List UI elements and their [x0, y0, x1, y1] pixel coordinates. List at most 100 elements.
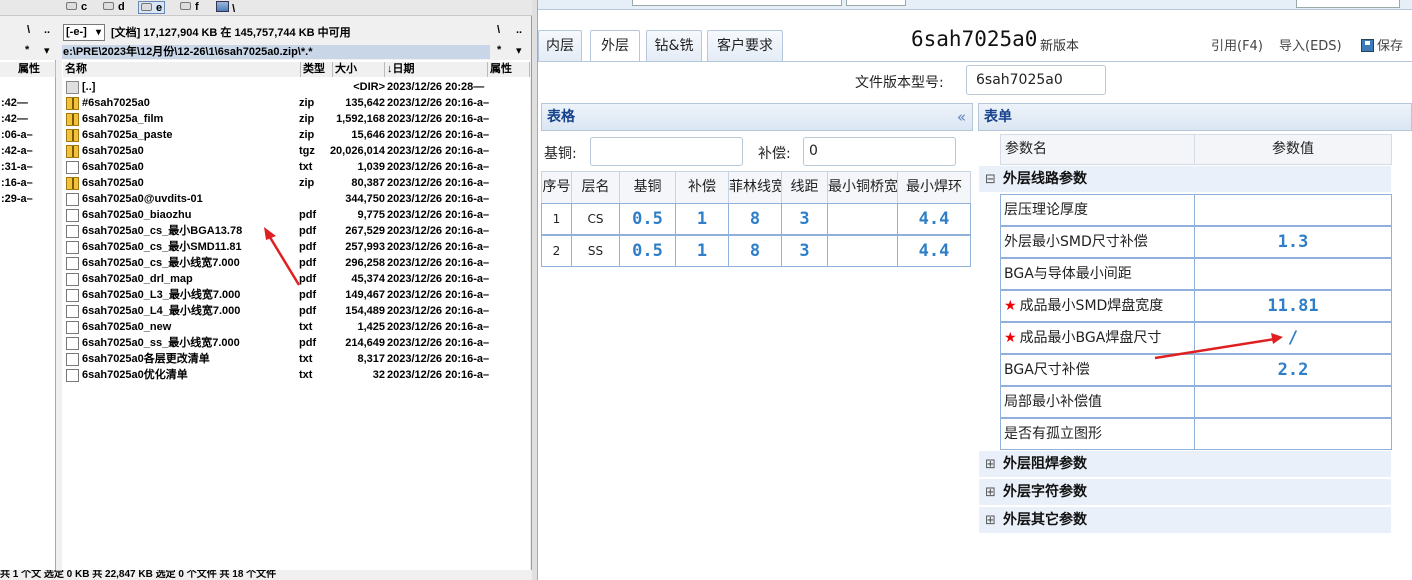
param-value-cell[interactable]: / — [1194, 322, 1392, 354]
file-row[interactable]: 6sah7025a0各层更改清单 txt 8,317 2023/12/26 20:16… — [63, 351, 529, 367]
file-row[interactable]: 6sah7025a0 zip 80,387 2023/12/26 20:16-a– — [63, 175, 529, 191]
right-filter-star[interactable]: * — [497, 44, 501, 56]
col-size[interactable]: 大小 — [333, 62, 385, 77]
collapse-group-icon[interactable]: ⊟ — [985, 166, 996, 193]
grid-col-header[interactable]: 最小铜桥宽 — [827, 171, 898, 204]
param-value-cell[interactable]: 1.3 — [1194, 226, 1392, 258]
top-field-2[interactable] — [846, 0, 906, 6]
left-list-item[interactable]: :42-a– — [0, 143, 56, 159]
file-row[interactable]: 6sah7025a0_L3_最小线宽7.000 pdf 149,467 2023/12… — [63, 287, 529, 303]
grid-cell[interactable]: 4.4 — [897, 235, 971, 267]
grid-col-header[interactable]: 菲林线宽 — [728, 171, 782, 204]
file-row[interactable]: 6sah7025a0 tgz 20,026,014 2023/12/26 20:16-… — [63, 143, 529, 159]
grid-col-header[interactable]: 序号 — [541, 171, 572, 204]
left-up-button[interactable]: .. — [44, 24, 50, 36]
network-drive-button[interactable]: \ — [216, 1, 235, 15]
file-row[interactable]: 6sah7025a0_drl_map pdf 45,374 2023/12/26 20… — [63, 271, 529, 287]
group-outer-circuit[interactable]: ⊟ 外层线路参数 — [979, 166, 1391, 193]
param-value-cell[interactable] — [1194, 258, 1392, 290]
left-list-item[interactable]: :06-a– — [0, 127, 56, 143]
import-eds-button[interactable]: 导入(EDS) — [1279, 35, 1342, 54]
file-row[interactable]: 6sah7025a0_cs_最小BGA13.78 pdf 267,529 2023/1… — [63, 223, 529, 239]
left-list-item[interactable]: :16-a– — [0, 175, 56, 191]
grid-cell[interactable]: 2 — [541, 235, 572, 267]
left-list-item[interactable]: :42— — [0, 95, 56, 111]
save-button[interactable]: 保存 — [1361, 35, 1403, 54]
grid-col-header[interactable]: 层名 — [571, 171, 620, 204]
file-row[interactable]: 6sah7025a_paste zip 15,646 2023/12/26 20:16… — [63, 127, 529, 143]
left-list-item[interactable]: :42— — [0, 111, 56, 127]
file-row[interactable]: 6sah7025a0_cs_最小线宽7.000 pdf 296,258 2023/12… — [63, 255, 529, 271]
version-input[interactable]: 6sah7025a0 — [966, 65, 1106, 95]
param-value-header[interactable]: 参数值 — [1194, 134, 1392, 165]
left-filter-star[interactable]: * — [25, 44, 29, 56]
param-value-cell[interactable]: 11.81 — [1194, 290, 1392, 322]
drive-e-button[interactable]: e — [138, 1, 166, 14]
grid-cell[interactable]: 1 — [675, 235, 729, 267]
expand-group-icon[interactable]: ⊞ — [985, 507, 996, 534]
drive-d-button[interactable]: d — [103, 1, 125, 14]
file-row[interactable]: 6sah7025a0优化清单 txt 32 2023/12/26 20:16-a– — [63, 367, 529, 383]
right-up-button[interactable]: .. — [516, 24, 522, 36]
grid-col-header[interactable]: 最小焊环 — [897, 171, 971, 204]
tab-inner-layer[interactable]: 内层 — [538, 30, 582, 61]
file-row[interactable]: 6sah7025a0_biaozhu pdf 9,775 2023/12/26 20:… — [63, 207, 529, 223]
col-date[interactable]: ↓日期 — [385, 62, 488, 77]
group-outer-other[interactable]: ⊞ 外层其它参数 — [979, 507, 1391, 534]
grid-col-header[interactable]: 补偿 — [675, 171, 729, 204]
grid-cell[interactable]: 0.5 — [619, 203, 676, 235]
col-attr[interactable]: 属性 — [488, 62, 530, 77]
param-value-cell[interactable] — [1194, 386, 1392, 418]
file-row[interactable]: 6sah7025a0_new txt 1,425 2023/12/26 20:16-a… — [63, 319, 529, 335]
right-history-button[interactable]: ▾ — [516, 44, 522, 57]
file-row[interactable]: 6sah7025a0_L4_最小线宽7.000 pdf 154,489 2023/12… — [63, 303, 529, 319]
file-row[interactable]: 6sah7025a0_cs_最小SMD11.81 pdf 257,993 2023/1… — [63, 239, 529, 255]
tab-outer-layer[interactable]: 外层 — [590, 30, 640, 62]
left-history-button[interactable]: ▾ — [44, 44, 50, 57]
grid-cell[interactable]: SS — [571, 235, 620, 267]
file-row[interactable]: #6sah7025a0 zip 135,642 2023/12/26 20:16-a– — [63, 95, 529, 111]
current-path[interactable]: e:\PRE\2023年\12月份\12-26\1\6sah7025a0.zip… — [62, 45, 490, 59]
param-value-cell[interactable] — [1194, 194, 1392, 226]
param-value-cell[interactable] — [1194, 418, 1392, 450]
drive-f-button[interactable]: f — [180, 1, 199, 14]
grid-cell[interactable]: 3 — [781, 235, 828, 267]
param-name-header[interactable]: 参数名 — [1000, 134, 1195, 165]
grid-cell[interactable]: 8 — [728, 235, 782, 267]
top-field-1[interactable] — [632, 0, 842, 6]
tab-drill[interactable]: 钻&铣 — [646, 30, 702, 61]
file-row[interactable]: 6sah7025a_film zip 1,592,168 2023/12/26 20:… — [63, 111, 529, 127]
group-outer-soldermask[interactable]: ⊞ 外层阻焊参数 — [979, 451, 1391, 478]
expand-group-icon[interactable]: ⊞ — [985, 479, 996, 506]
file-row[interactable]: 6sah7025a0_ss_最小线宽7.000 pdf 214,649 2023/12… — [63, 335, 529, 351]
grid-cell[interactable]: CS — [571, 203, 620, 235]
expand-group-icon[interactable]: ⊞ — [985, 451, 996, 478]
import-ref-button[interactable]: 引用(F4) — [1211, 35, 1263, 54]
grid-cell[interactable]: 3 — [781, 203, 828, 235]
drive-c-button[interactable]: c — [66, 1, 87, 14]
param-value-cell[interactable]: 2.2 — [1194, 354, 1392, 386]
left-list-item[interactable]: :31-a– — [0, 159, 56, 175]
grid-cell[interactable]: 1 — [675, 203, 729, 235]
left-list-item[interactable]: :29-a– — [0, 191, 56, 207]
file-row[interactable]: 6sah7025a0 txt 1,039 2023/12/26 20:16-a– — [63, 159, 529, 175]
left-root-button[interactable]: \ — [27, 24, 30, 36]
grid-col-header[interactable]: 线距 — [781, 171, 828, 204]
top-button[interactable] — [1296, 0, 1400, 8]
left-col-attr[interactable]: 属性 — [0, 62, 56, 77]
group-outer-legend[interactable]: ⊞ 外层字符参数 — [979, 479, 1391, 506]
grid-cell[interactable] — [827, 203, 898, 235]
tab-customer-req[interactable]: 客户要求 — [707, 30, 783, 61]
grid-cell[interactable]: 4.4 — [897, 203, 971, 235]
col-ext[interactable]: 类型 — [301, 62, 333, 77]
compensation-input[interactable]: 0 — [803, 137, 956, 166]
collapse-icon[interactable]: « — [957, 104, 966, 130]
base-copper-input[interactable] — [590, 137, 743, 166]
file-row[interactable]: 6sah7025a0@uvdits-01 344,750 2023/12/26 20… — [63, 191, 529, 207]
grid-cell[interactable] — [827, 235, 898, 267]
grid-cell[interactable]: 0.5 — [619, 235, 676, 267]
file-row[interactable]: [..] <DIR> 2023/12/26 20:28— — [63, 79, 529, 95]
grid-cell[interactable]: 8 — [728, 203, 782, 235]
grid-col-header[interactable]: 基铜 — [619, 171, 676, 204]
right-root-button[interactable]: \ — [497, 24, 500, 36]
